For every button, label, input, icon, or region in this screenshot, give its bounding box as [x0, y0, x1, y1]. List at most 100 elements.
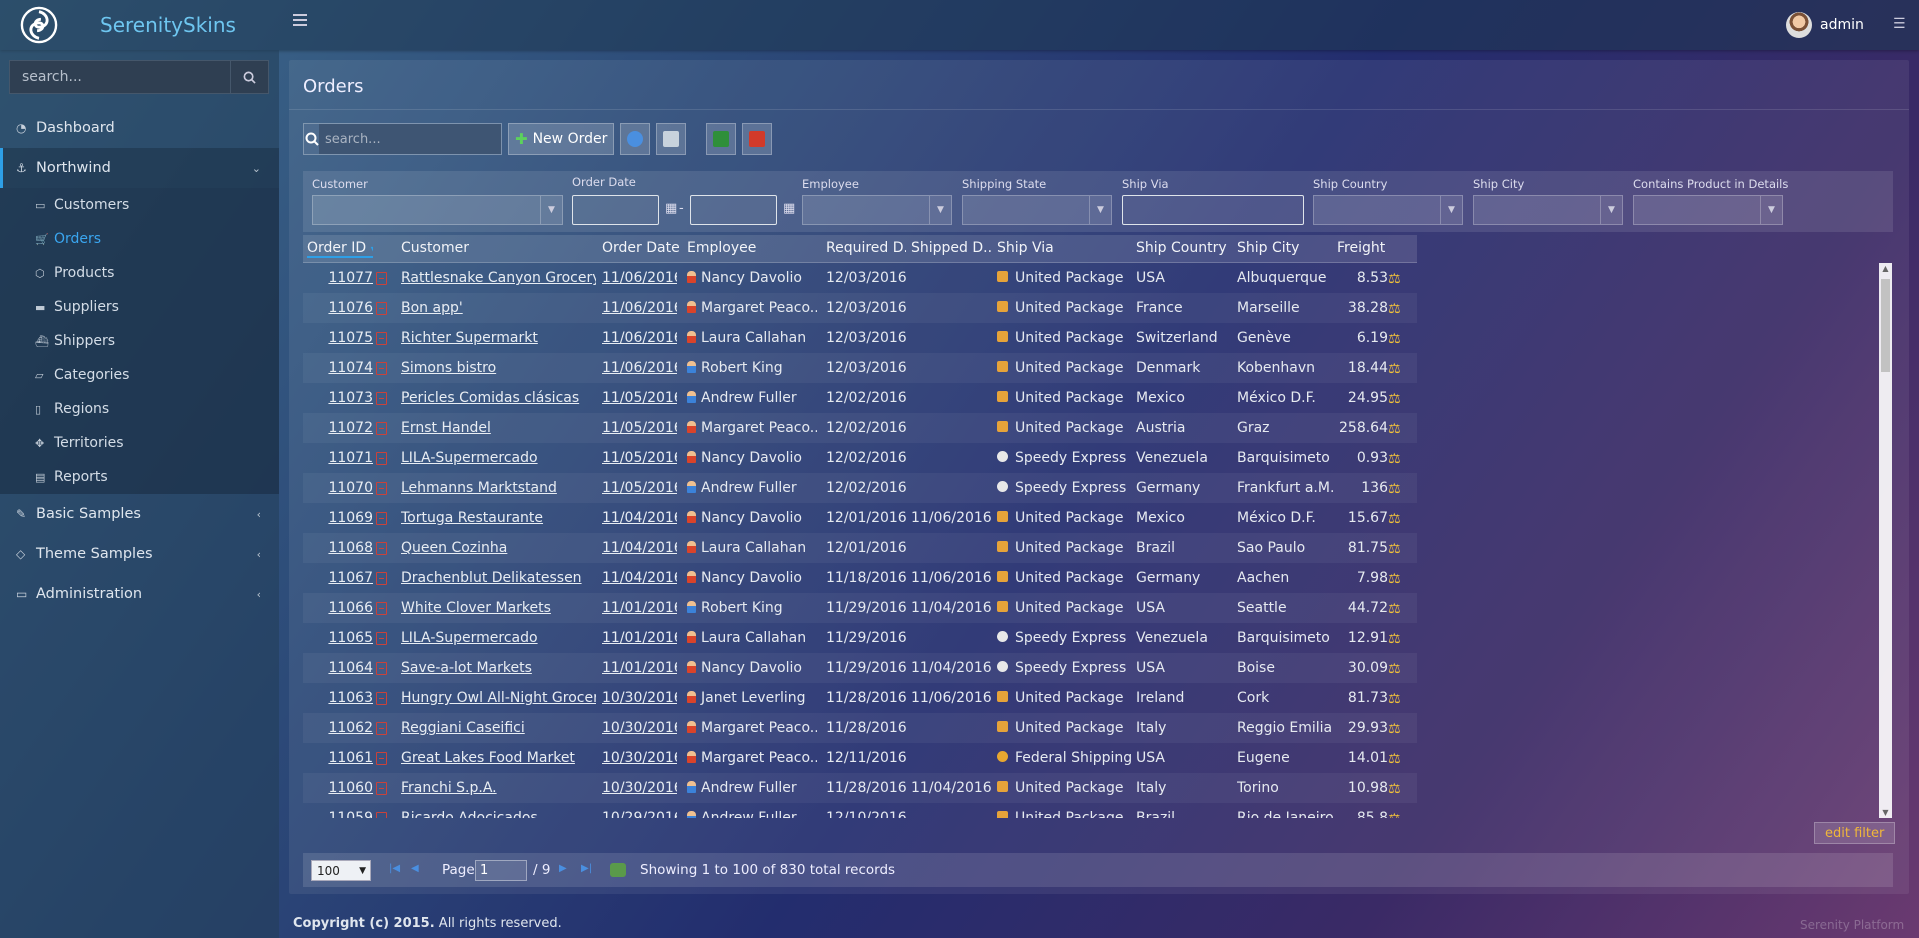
- table-row[interactable]: 11066 White Clover Markets 11/01/2016 Rober…: [303, 593, 1417, 623]
- cell-customer[interactable]: Drachenblut Delikatessen: [401, 570, 596, 586]
- search-icon[interactable]: [230, 61, 268, 93]
- pdf-report-icon[interactable]: [376, 812, 387, 818]
- table-row[interactable]: 11077 Rattlesnake Canyon Grocery 11/06/201…: [303, 263, 1417, 293]
- column-header-order-date[interactable]: Order Date: [602, 240, 682, 256]
- cell-customer[interactable]: LILA-Supermercado: [401, 630, 596, 646]
- freight-scale-icon[interactable]: ⚖: [1388, 601, 1401, 617]
- cell-order-id[interactable]: 11064: [308, 660, 373, 676]
- cell-order-date[interactable]: 11/01/2016: [602, 630, 677, 646]
- cell-customer[interactable]: Simons bistro: [401, 360, 596, 376]
- cell-order-id[interactable]: 11061: [308, 750, 373, 766]
- scroll-up-icon[interactable]: ▲: [1881, 264, 1890, 273]
- calendar-icon[interactable]: ▦: [783, 201, 795, 216]
- search-icon[interactable]: [304, 124, 319, 154]
- cell-order-id[interactable]: 11067: [308, 570, 373, 586]
- pdf-report-icon[interactable]: [376, 692, 387, 705]
- table-row[interactable]: 11067 Drachenblut Delikatessen 11/04/2016 N…: [303, 563, 1417, 593]
- filter-contains-product-select[interactable]: ▼: [1633, 195, 1783, 225]
- pdf-report-icon[interactable]: [376, 362, 387, 375]
- cell-order-id[interactable]: 11069: [308, 510, 373, 526]
- cell-order-date[interactable]: 10/30/2016: [602, 690, 677, 706]
- cell-order-date[interactable]: 10/30/2016: [602, 780, 677, 796]
- filter-customer-select[interactable]: ▼: [312, 195, 563, 225]
- cell-customer[interactable]: Lehmanns Marktstand: [401, 480, 596, 496]
- first-page-icon[interactable]: |◀: [389, 863, 400, 874]
- sidebar-item-orders[interactable]: 🛒 Orders: [0, 222, 279, 256]
- cell-order-date[interactable]: 11/01/2016: [602, 600, 677, 616]
- cell-customer[interactable]: Pericles Comidas clásicas: [401, 390, 596, 406]
- cell-order-date[interactable]: 10/30/2016: [602, 720, 677, 736]
- brand-name[interactable]: SerenitySkins: [100, 13, 236, 37]
- filter-shipping-state-select[interactable]: ▼: [962, 195, 1112, 225]
- cell-order-id[interactable]: 11060: [308, 780, 373, 796]
- freight-scale-icon[interactable]: ⚖: [1388, 541, 1401, 557]
- cell-order-id[interactable]: 11065: [308, 630, 373, 646]
- freight-scale-icon[interactable]: ⚖: [1388, 331, 1401, 347]
- freight-scale-icon[interactable]: ⚖: [1388, 391, 1401, 407]
- freight-scale-icon[interactable]: ⚖: [1388, 571, 1401, 587]
- cell-order-date[interactable]: 11/01/2016: [602, 660, 677, 676]
- last-page-icon[interactable]: ▶|: [581, 863, 592, 874]
- table-row[interactable]: 11076 Bon app' 11/06/2016 Margaret Peaco...…: [303, 293, 1417, 323]
- sidebar-item-territories[interactable]: ✥ Territories: [0, 426, 279, 460]
- cell-order-id[interactable]: 11074: [308, 360, 373, 376]
- cell-order-date[interactable]: 11/06/2016: [602, 360, 677, 376]
- next-page-icon[interactable]: ▶: [559, 863, 567, 874]
- filter-order-date-start[interactable]: [572, 195, 659, 225]
- grid-search-input[interactable]: [319, 124, 501, 154]
- table-row[interactable]: 11068 Queen Cozinha 11/04/2016 Laura Callah…: [303, 533, 1417, 563]
- freight-scale-icon[interactable]: ⚖: [1388, 271, 1401, 287]
- column-header-order-id[interactable]: Order ID ▼: [307, 240, 373, 258]
- table-row[interactable]: 11070 Lehmanns Marktstand 11/05/2016 Andrew…: [303, 473, 1417, 503]
- table-row[interactable]: 11065 LILA-Supermercado 11/01/2016 Laura Ca…: [303, 623, 1417, 653]
- grid-scrollbar[interactable]: ▲ ▼: [1879, 263, 1892, 818]
- sidebar-item-dashboard[interactable]: ◔ Dashboard: [0, 108, 279, 148]
- pdf-report-icon[interactable]: [376, 482, 387, 495]
- cell-order-date[interactable]: 11/06/2016: [602, 330, 677, 346]
- pdf-report-icon[interactable]: [376, 332, 387, 345]
- cell-customer[interactable]: Hungry Owl All-Night Grocers: [401, 690, 596, 706]
- cell-customer[interactable]: White Clover Markets: [401, 600, 596, 616]
- freight-scale-icon[interactable]: ⚖: [1388, 781, 1401, 797]
- freight-scale-icon[interactable]: ⚖: [1388, 481, 1401, 497]
- sidebar-item-products[interactable]: ⬡ Products: [0, 256, 279, 290]
- column-header-required-date[interactable]: Required D...: [826, 240, 906, 256]
- cell-order-date[interactable]: 11/06/2016: [602, 300, 677, 316]
- cell-order-date[interactable]: 11/04/2016: [602, 570, 677, 586]
- table-row[interactable]: 11072 Ernst Handel 11/05/2016 Margaret Peac…: [303, 413, 1417, 443]
- pdf-report-icon[interactable]: [376, 752, 387, 765]
- cell-customer[interactable]: Richter Supermarkt: [401, 330, 596, 346]
- pdf-report-icon[interactable]: [376, 422, 387, 435]
- column-header-ship-city[interactable]: Ship City: [1237, 240, 1332, 256]
- cell-customer[interactable]: Great Lakes Food Market: [401, 750, 596, 766]
- column-header-customer[interactable]: Customer: [401, 240, 561, 256]
- cell-order-id[interactable]: 11073: [308, 390, 373, 406]
- pdf-report-icon[interactable]: [376, 782, 387, 795]
- table-row[interactable]: 11069 Tortuga Restaurante 11/04/2016 Nancy …: [303, 503, 1417, 533]
- column-header-freight[interactable]: Freight: [1337, 240, 1412, 256]
- table-row[interactable]: 11060 Franchi S.p.A. 10/30/2016 Andrew Full…: [303, 773, 1417, 803]
- sidebar-item-northwind[interactable]: ⚓ Northwind ⌄: [0, 148, 279, 188]
- column-header-employee[interactable]: Employee: [687, 240, 817, 256]
- scroll-down-icon[interactable]: ▼: [1881, 808, 1890, 817]
- cell-order-id[interactable]: 11066: [308, 600, 373, 616]
- freight-scale-icon[interactable]: ⚖: [1388, 421, 1401, 437]
- cell-customer[interactable]: Tortuga Restaurante: [401, 510, 596, 526]
- new-order-button[interactable]: ✚ New Order: [508, 123, 615, 155]
- user-menu[interactable]: admin: [1786, 12, 1864, 38]
- table-row[interactable]: 11075 Richter Supermarkt 11/06/2016 Laura C…: [303, 323, 1417, 353]
- table-row[interactable]: 11063 Hungry Owl All-Night Grocers 10/30/2…: [303, 683, 1417, 713]
- excel-export-button[interactable]: [706, 123, 737, 155]
- sidebar-item-categories[interactable]: ▱ Categories: [0, 358, 279, 392]
- pdf-report-icon[interactable]: [376, 722, 387, 735]
- column-header-ship-via[interactable]: Ship Via: [997, 240, 1127, 256]
- cell-customer[interactable]: Reggiani Caseifici: [401, 720, 596, 736]
- pdf-report-icon[interactable]: [376, 602, 387, 615]
- table-row[interactable]: 11071 LILA-Supermercado 11/05/2016 Nancy Da…: [303, 443, 1417, 473]
- filter-ship-city-select[interactable]: ▼: [1473, 195, 1623, 225]
- column-header-ship-country[interactable]: Ship Country: [1136, 240, 1231, 256]
- pdf-report-icon[interactable]: [376, 452, 387, 465]
- cell-customer[interactable]: Save-a-lot Markets: [401, 660, 596, 676]
- cell-order-id[interactable]: 11070: [308, 480, 373, 496]
- pdf-report-icon[interactable]: [376, 572, 387, 585]
